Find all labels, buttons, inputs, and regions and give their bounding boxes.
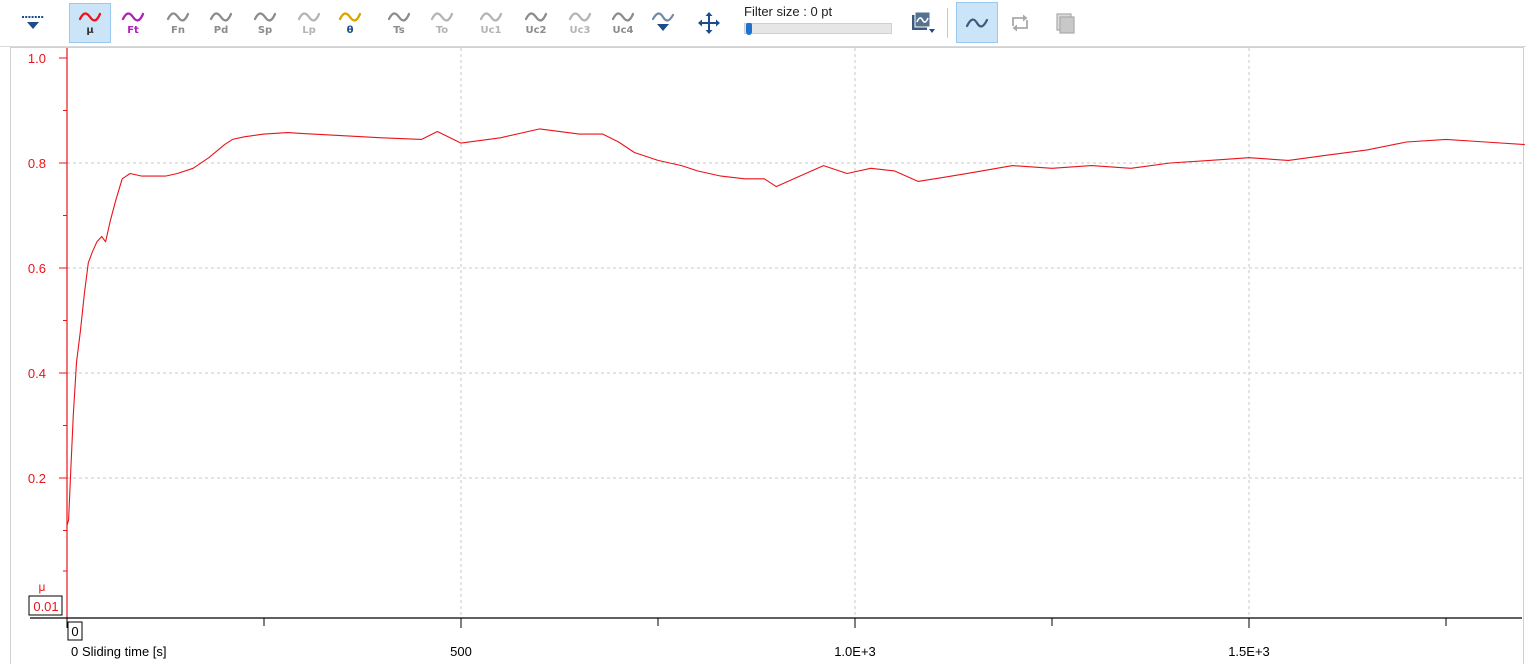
- y-axis-name: μ: [39, 580, 46, 594]
- x-origin-label: 0: [71, 644, 78, 659]
- y-tick-label: 0.4: [28, 366, 46, 381]
- friction-chart[interactable]: 0.2 0.4 0.6 0.8 1.0 μ 0.01 0 0 Sliding time [s] 50…: [0, 0, 1526, 670]
- x-readout-value: 0: [71, 624, 78, 639]
- series-layer: [66, 128, 1525, 526]
- x-tick-label: 1.0E+3: [834, 644, 876, 659]
- y-tick-label: 1.0: [28, 51, 46, 66]
- y-tick-label: 0.8: [28, 156, 46, 171]
- y-tick-label: 0.2: [28, 471, 46, 486]
- series-line-mu: [66, 128, 1525, 526]
- y-readout-value: 0.01: [33, 599, 58, 614]
- y-tick-label: 0.6: [28, 261, 46, 276]
- x-tick-label: 500: [450, 644, 472, 659]
- x-axis-label: Sliding time [s]: [82, 644, 167, 659]
- grid-lines: [67, 48, 1522, 618]
- x-tick-label: 1.5E+3: [1228, 644, 1270, 659]
- axis-labels: 0.2 0.4 0.6 0.8 1.0 μ 0.01 0 0 Sliding time [s] 50…: [28, 51, 1270, 659]
